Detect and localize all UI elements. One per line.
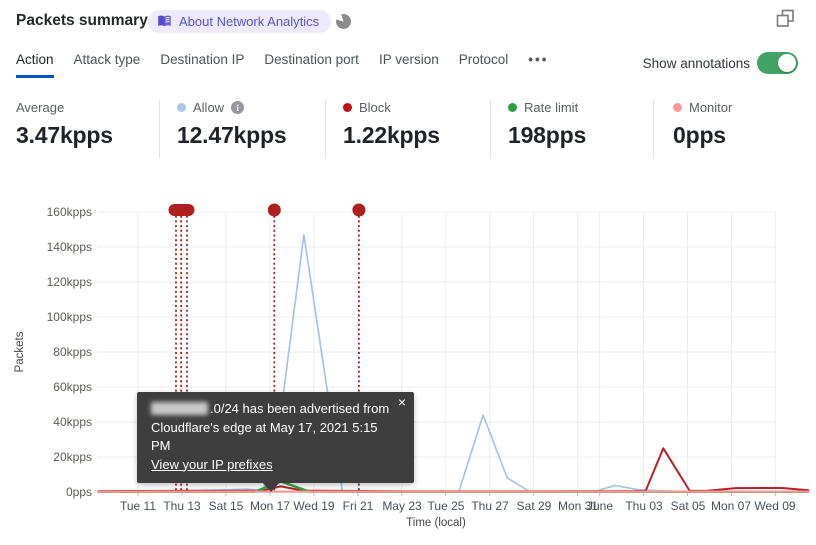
x-axis-title: Time (local) <box>406 517 466 529</box>
page-title: Packets summary <box>16 12 148 29</box>
tabs-overflow-button[interactable]: ••• <box>528 52 548 78</box>
y-tick-label: 120kpps <box>46 275 92 289</box>
tab-ip-version[interactable]: IP version <box>379 52 439 78</box>
monitor-dot <box>673 103 682 112</box>
tab-protocol[interactable]: Protocol <box>459 52 509 78</box>
tab-action[interactable]: Action <box>16 52 54 78</box>
stat-label: Block <box>359 100 391 115</box>
redacted-ip-prefix <box>151 402 208 415</box>
y-tick-label: 40kpps <box>53 415 92 429</box>
tab-destination-ip[interactable]: Destination IP <box>160 52 244 78</box>
show-annotations-label: Show annotations <box>642 56 750 71</box>
tooltip-close-icon[interactable]: × <box>398 394 406 410</box>
stat-value: 198pps <box>508 122 587 148</box>
stat-label: Monitor <box>689 100 733 115</box>
y-tick-label: 60kpps <box>53 380 92 394</box>
allow-dot <box>177 103 186 112</box>
show-annotations-toggle[interactable] <box>757 52 798 74</box>
tab-attack-type[interactable]: Attack type <box>74 52 141 78</box>
y-tick-label: 80kpps <box>53 345 92 359</box>
block-dot <box>343 103 352 112</box>
stat-value: 12.47kpps <box>177 122 287 148</box>
stat-monitor: Monitor 0pps <box>673 100 816 149</box>
about-network-analytics-badge[interactable]: About Network Analytics <box>148 10 332 33</box>
info-icon[interactable]: i <box>231 101 245 114</box>
copy-icon[interactable] <box>776 9 795 33</box>
badge-label: About Network Analytics <box>179 14 320 29</box>
stat-value: 0pps <box>673 122 726 148</box>
y-tick-label: 160kpps <box>46 205 92 219</box>
stat-label: Allow <box>193 100 225 115</box>
stat-divider <box>159 100 160 158</box>
book-icon <box>157 15 172 28</box>
y-tick-label: 0pps <box>65 485 92 499</box>
stat-allow: Allow i 12.47kpps <box>177 100 327 149</box>
tooltip-line2: Cloudflare's edge at May 17, 2021 5:15 P… <box>151 419 378 454</box>
view-ip-prefixes-link[interactable]: View your IP prefixes <box>151 457 273 472</box>
y-tick-label: 100kpps <box>46 310 92 324</box>
stat-divider <box>325 100 326 158</box>
stat-divider <box>653 100 654 158</box>
stat-rate-limit: Rate limit 198pps <box>508 100 658 149</box>
y-tick-label: 20kpps <box>53 450 92 464</box>
tab-bar: Action Attack type Destination IP Destin… <box>16 52 548 78</box>
stat-label: Rate limit <box>524 100 579 115</box>
x-tick-label: Wed 09 <box>754 499 796 513</box>
pie-chart-icon <box>336 14 351 29</box>
stat-value: 1.22kpps <box>343 122 440 148</box>
tooltip-caret <box>262 482 280 492</box>
stat-block: Block 1.22kpps <box>343 100 493 149</box>
annotation-tooltip: × .0/24 has been advertised from Cloudfl… <box>137 392 414 492</box>
tab-destination-port[interactable]: Destination port <box>264 52 359 78</box>
stat-label: Average <box>16 100 65 115</box>
y-tick-label: 140kpps <box>46 240 92 254</box>
stat-divider <box>490 100 491 158</box>
y-axis-title: Packets <box>14 331 26 373</box>
tooltip-line1: .0/24 has been advertised from <box>151 400 400 419</box>
toggle-knob <box>778 54 796 72</box>
stat-value: 3.47kpps <box>16 122 113 148</box>
stat-average: Average 3.47kpps <box>16 100 166 149</box>
rate-limit-dot <box>508 103 517 112</box>
